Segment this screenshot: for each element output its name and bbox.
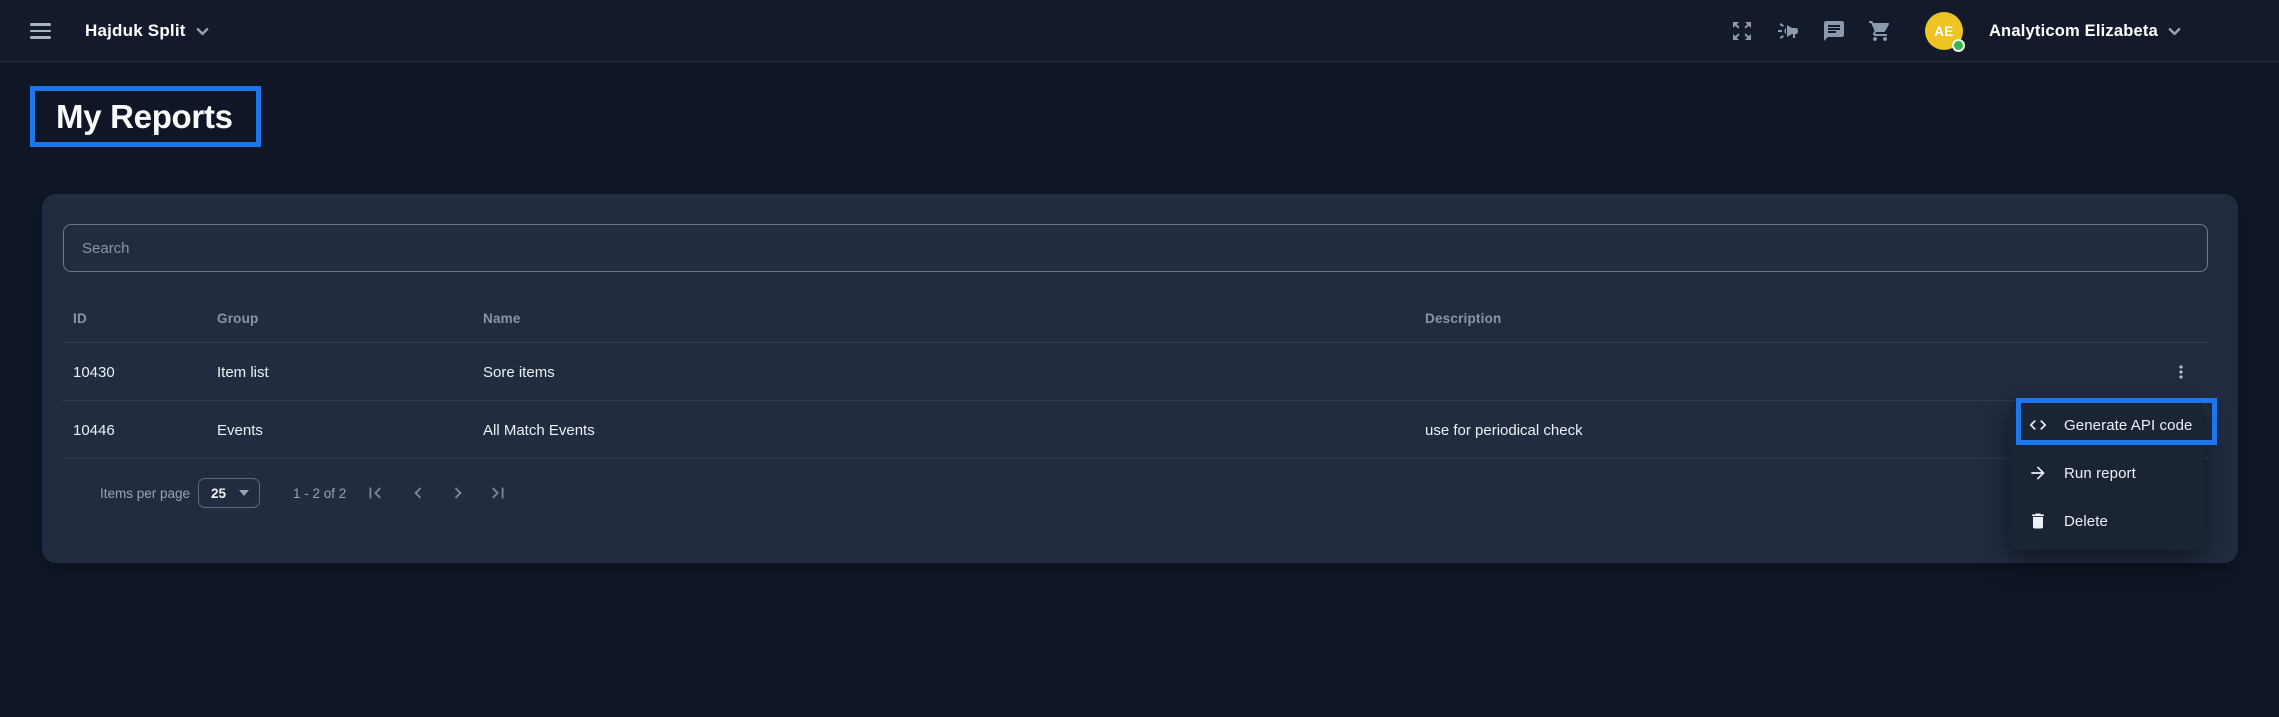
cell-group: Events <box>217 401 263 459</box>
page-size-value: 25 <box>211 486 226 501</box>
items-per-page-label: Items per page <box>100 459 190 527</box>
chevron-down-icon <box>195 24 210 39</box>
search-input[interactable] <box>63 224 2208 272</box>
table-header-row: ID Group Name Description <box>63 293 2208 343</box>
code-icon <box>2028 415 2048 435</box>
row-context-menu: Generate API code Run report Delete <box>2011 400 2203 550</box>
page-size-select[interactable]: 25 <box>198 478 260 508</box>
first-page-icon[interactable] <box>361 479 389 507</box>
cell-id: 10446 <box>73 401 115 459</box>
fullscreen-icon[interactable] <box>1730 19 1754 43</box>
paginator-range-label: 1 - 2 of 2 <box>293 459 346 527</box>
cell-description: use for periodical check <box>1425 401 1583 459</box>
trash-icon <box>2028 511 2048 531</box>
user-menu[interactable]: Analyticom Elizabeta <box>1989 22 2182 41</box>
online-status-dot <box>1952 39 1965 52</box>
avatar[interactable]: AE <box>1925 12 1963 50</box>
team-name: Hajduk Split <box>85 21 186 41</box>
page-title: My Reports <box>56 98 233 136</box>
row-actions-kebab-icon[interactable] <box>2161 352 2201 392</box>
cart-icon[interactable] <box>1868 19 1892 43</box>
menu-item-run-report[interactable]: Run report <box>2011 449 2203 497</box>
menu-item-label: Run report <box>2064 465 2136 482</box>
chevron-down-icon <box>2167 24 2182 39</box>
announcements-icon[interactable] <box>1776 19 1800 43</box>
column-header-id[interactable]: ID <box>73 293 87 343</box>
menu-icon[interactable] <box>30 20 52 42</box>
user-name: Analyticom Elizabeta <box>1989 22 2158 41</box>
cell-name: All Match Events <box>483 401 595 459</box>
column-header-description[interactable]: Description <box>1425 293 1501 343</box>
paginator: Items per page 25 1 - 2 of 2 <box>63 459 2208 527</box>
column-header-group[interactable]: Group <box>217 293 259 343</box>
team-selector[interactable]: Hajduk Split <box>85 0 210 62</box>
column-header-name[interactable]: Name <box>483 293 521 343</box>
table-row[interactable]: 10430 Item list Sore items <box>63 343 2208 401</box>
next-page-icon[interactable] <box>444 479 472 507</box>
cell-group: Item list <box>217 343 269 401</box>
topbar: Hajduk Split AE Analyticom Elizabeta <box>0 0 2279 62</box>
previous-page-icon[interactable] <box>404 479 432 507</box>
reports-card: ID Group Name Description 10430 Item lis… <box>42 194 2238 563</box>
menu-item-generate-api-code[interactable]: Generate API code <box>2011 401 2203 449</box>
menu-item-label: Delete <box>2064 513 2108 530</box>
arrow-right-icon <box>2028 463 2048 483</box>
title-annotation-box: My Reports <box>30 86 261 147</box>
menu-item-delete[interactable]: Delete <box>2011 497 2203 545</box>
messages-icon[interactable] <box>1822 19 1846 43</box>
topbar-right: AE Analyticom Elizabeta <box>1730 0 2182 62</box>
app-frame: Hajduk Split AE Analyticom Elizabeta <box>0 0 2279 717</box>
cell-name: Sore items <box>483 343 555 401</box>
last-page-icon[interactable] <box>484 479 512 507</box>
dropdown-arrow-icon <box>239 490 249 496</box>
avatar-initials: AE <box>1934 24 1953 39</box>
table-row[interactable]: 10446 Events All Match Events use for pe… <box>63 401 2208 459</box>
menu-item-label: Generate API code <box>2064 417 2192 434</box>
cell-id: 10430 <box>73 343 115 401</box>
